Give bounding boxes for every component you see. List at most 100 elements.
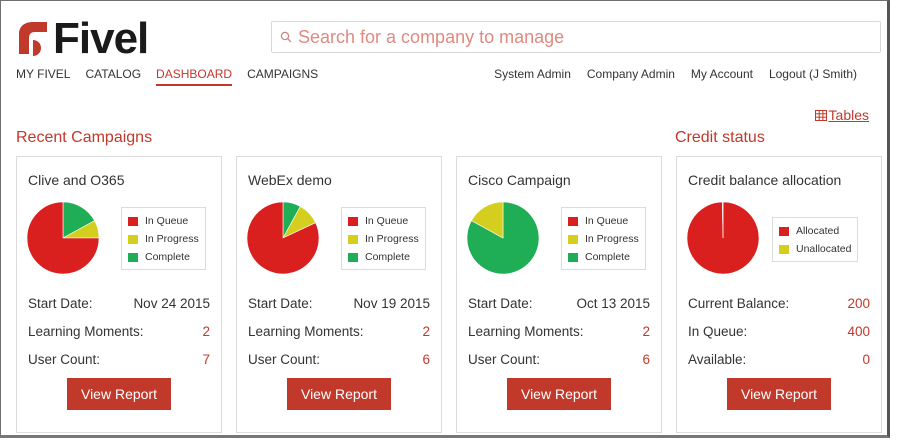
brand-name: Fivel (53, 14, 149, 63)
legend-label: Allocated (796, 225, 840, 237)
search-input[interactable] (298, 26, 858, 48)
campaign-status-pie (246, 201, 320, 275)
nav-company-admin[interactable]: Company Admin (587, 67, 675, 81)
in-progress-swatch (128, 234, 138, 244)
credit-legend: Allocated Unallocated (772, 217, 859, 262)
available-value: 0 (862, 352, 870, 367)
legend-label: In Progress (145, 233, 199, 245)
learning-moments-label: Learning Moments: (248, 324, 364, 339)
learning-moments-value: 2 (202, 324, 210, 339)
available-label: Available: (688, 352, 747, 367)
learning-moments-row: Learning Moments: 2 (28, 324, 210, 339)
legend-label: In Progress (365, 233, 419, 245)
nav-campaigns[interactable]: CAMPAIGNS (247, 67, 318, 86)
table-icon (814, 109, 827, 121)
view-report-button[interactable]: View Report (727, 378, 831, 410)
brand-logo[interactable]: Fivel (15, 14, 149, 63)
recent-campaigns-title: Recent Campaigns (16, 129, 153, 146)
complete-swatch (128, 252, 138, 262)
start-date-label: Start Date: (468, 296, 533, 311)
start-date-value: Nov 19 2015 (353, 296, 430, 311)
view-report-button[interactable]: View Report (507, 378, 611, 410)
user-count-label: User Count: (468, 352, 541, 367)
pie-legend: In Queue In Progress Complete (561, 207, 646, 270)
user-count-value: 7 (202, 352, 210, 367)
user-nav: System Admin Company Admin My Account Lo… (494, 67, 857, 81)
nav-logout[interactable]: Logout (J Smith) (769, 67, 857, 81)
start-date-row: Start Date: Oct 13 2015 (468, 296, 650, 311)
view-report-button[interactable]: View Report (287, 378, 391, 410)
legend-label: In Queue (145, 215, 189, 227)
nav-system-admin[interactable]: System Admin (494, 67, 571, 81)
learning-moments-label: Learning Moments: (468, 324, 584, 339)
app-window: Fivel MY FIVEL CATALOG DASHBOARD CAMPAIG… (0, 0, 890, 438)
pie-legend: In Queue In Progress Complete (121, 207, 206, 270)
legend-in-queue: In Queue (348, 212, 419, 230)
learning-moments-value: 2 (642, 324, 650, 339)
learning-moments-row: Learning Moments: 2 (468, 324, 650, 339)
credit-in-queue-row: In Queue: 400 (688, 324, 870, 339)
nav-catalog[interactable]: CATALOG (85, 67, 141, 86)
learning-moments-label: Learning Moments: (28, 324, 144, 339)
nav-my-fivel[interactable]: MY FIVEL (16, 67, 70, 86)
in-progress-swatch (348, 234, 358, 244)
campaign-card: Clive and O365 In Queue In Progress Comp… (16, 156, 222, 433)
start-date-value: Nov 24 2015 (133, 296, 210, 311)
legend-complete: Complete (568, 248, 639, 266)
nav-my-account[interactable]: My Account (691, 67, 753, 81)
legend-complete: Complete (128, 248, 199, 266)
legend-in-queue: In Queue (568, 212, 639, 230)
start-date-row: Start Date: Nov 24 2015 (28, 296, 210, 311)
search-icon (280, 31, 292, 43)
learning-moments-row: Learning Moments: 2 (248, 324, 430, 339)
legend-label: Unallocated (796, 243, 852, 255)
user-count-value: 6 (422, 352, 430, 367)
learning-moments-value: 2 (422, 324, 430, 339)
credit-title: Credit balance allocation (688, 172, 842, 188)
current-balance-value: 200 (847, 296, 870, 311)
user-count-row: User Count: 7 (28, 352, 210, 367)
pie-legend: In Queue In Progress Complete (341, 207, 426, 270)
user-count-value: 6 (642, 352, 650, 367)
main-nav: MY FIVEL CATALOG DASHBOARD CAMPAIGNS (16, 67, 318, 86)
start-date-value: Oct 13 2015 (576, 296, 650, 311)
legend-label: In Progress (585, 233, 639, 245)
legend-label: Complete (145, 251, 190, 263)
legend-label: In Queue (585, 215, 629, 227)
in-queue-swatch (568, 216, 578, 226)
legend-in-progress: In Progress (348, 230, 419, 248)
credit-status-title: Credit status (675, 129, 765, 146)
fivel-logo-icon (19, 22, 47, 56)
company-search[interactable] (271, 21, 881, 53)
in-queue-swatch (128, 216, 138, 226)
tables-link[interactable]: Tables (814, 107, 869, 123)
legend-unallocated: Unallocated (779, 240, 851, 258)
allocated-swatch (779, 226, 789, 236)
credit-in-queue-value: 400 (847, 324, 870, 339)
user-count-row: User Count: 6 (468, 352, 650, 367)
legend-complete: Complete (348, 248, 419, 266)
user-count-label: User Count: (248, 352, 321, 367)
legend-label: Complete (365, 251, 410, 263)
user-count-label: User Count: (28, 352, 101, 367)
credit-card: Credit balance allocation Allocated Unal… (676, 156, 882, 433)
legend-label: Complete (585, 251, 630, 263)
current-balance-row: Current Balance: 200 (688, 296, 870, 311)
legend-in-queue: In Queue (128, 212, 199, 230)
start-date-label: Start Date: (28, 296, 93, 311)
campaign-card: WebEx demo In Queue In Progress Complete… (236, 156, 442, 433)
view-report-button[interactable]: View Report (67, 378, 171, 410)
user-count-row: User Count: 6 (248, 352, 430, 367)
nav-dashboard[interactable]: DASHBOARD (156, 67, 233, 86)
campaign-status-pie (466, 201, 540, 275)
current-balance-label: Current Balance: (688, 296, 790, 311)
tables-label: Tables (828, 107, 869, 123)
legend-in-progress: In Progress (568, 230, 639, 248)
start-date-label: Start Date: (248, 296, 313, 311)
credit-in-queue-label: In Queue: (688, 324, 748, 339)
campaign-title: Cisco Campaign (468, 172, 571, 188)
complete-swatch (568, 252, 578, 262)
legend-label: In Queue (365, 215, 409, 227)
legend-in-progress: In Progress (128, 230, 199, 248)
campaign-status-pie (26, 201, 100, 275)
